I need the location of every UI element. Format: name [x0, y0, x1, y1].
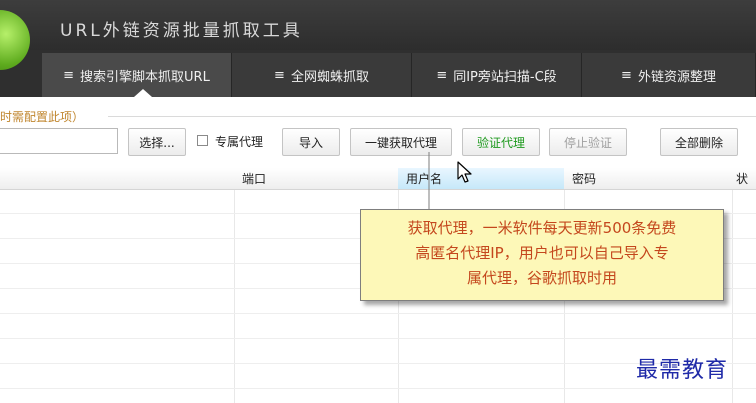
watermark: 最需教育 — [636, 358, 729, 383]
tab-label: 搜索引擎脚本抓取URL — [80, 69, 210, 85]
import-button[interactable]: 导入 — [282, 128, 340, 156]
verify-proxy-button[interactable]: 验证代理 — [462, 128, 540, 156]
delete-all-button[interactable]: 全部删除 — [660, 128, 738, 156]
menu-icon: ≡ — [621, 67, 632, 83]
tab-same-ip[interactable]: ≡ 同IP旁站扫描-C段 — [412, 53, 582, 97]
tab-spider[interactable]: ≡ 全网蜘蛛抓取 — [232, 53, 412, 97]
group-divider — [108, 116, 756, 117]
table-row[interactable] — [0, 338, 756, 339]
tab-label: 外链资源整理 — [637, 69, 716, 85]
table-row[interactable] — [0, 388, 756, 389]
config-note: 时需配置此项） — [0, 110, 85, 124]
dedicated-proxy-checkbox[interactable] — [197, 135, 208, 146]
get-proxy-button[interactable]: 一键获取代理 — [350, 128, 452, 156]
menu-icon: ≡ — [436, 67, 448, 83]
active-tab-indicator — [134, 89, 152, 97]
proxy-tooltip: 获取代理，一米软件每天更新500条免费 高匿名代理IP，用户也可以自己导入专 属… — [360, 209, 724, 301]
dedicated-proxy-label: 专属代理 — [215, 135, 264, 149]
column-header-status[interactable]: 状 — [732, 168, 756, 190]
menu-icon: ≡ — [274, 67, 285, 83]
column-header-port[interactable]: 端口 — [234, 168, 398, 190]
select-button[interactable]: 选择... — [128, 128, 186, 156]
column-header-blank[interactable] — [0, 168, 234, 190]
column-header-username[interactable]: 用户名 — [398, 168, 564, 190]
tooltip-line: 高匿名代理IP，用户也可以自己导入专 — [415, 244, 669, 262]
column-divider — [234, 190, 235, 403]
tooltip-line: 属代理，谷歌抓取时用 — [466, 269, 617, 287]
column-divider — [732, 190, 733, 403]
column-header-password[interactable]: 密码 — [564, 168, 732, 190]
tab-label: 全网蜘蛛抓取 — [290, 69, 369, 85]
mouse-pointer-icon — [457, 161, 472, 183]
tooltip-line: 获取代理，一米软件每天更新500条免费 — [407, 219, 677, 237]
menu-icon: ≡ — [63, 67, 75, 83]
app-title: URL外链资源批量抓取工具 — [60, 21, 303, 41]
path-input[interactable] — [0, 128, 118, 154]
table-row[interactable] — [0, 313, 756, 314]
tooltip-pointer — [428, 152, 430, 212]
stop-verify-button[interactable]: 停止验证 — [549, 128, 627, 156]
tab-label: 同IP旁站扫描-C段 — [453, 69, 557, 85]
tab-link-resources[interactable]: ≡ 外链资源整理 — [582, 53, 756, 97]
